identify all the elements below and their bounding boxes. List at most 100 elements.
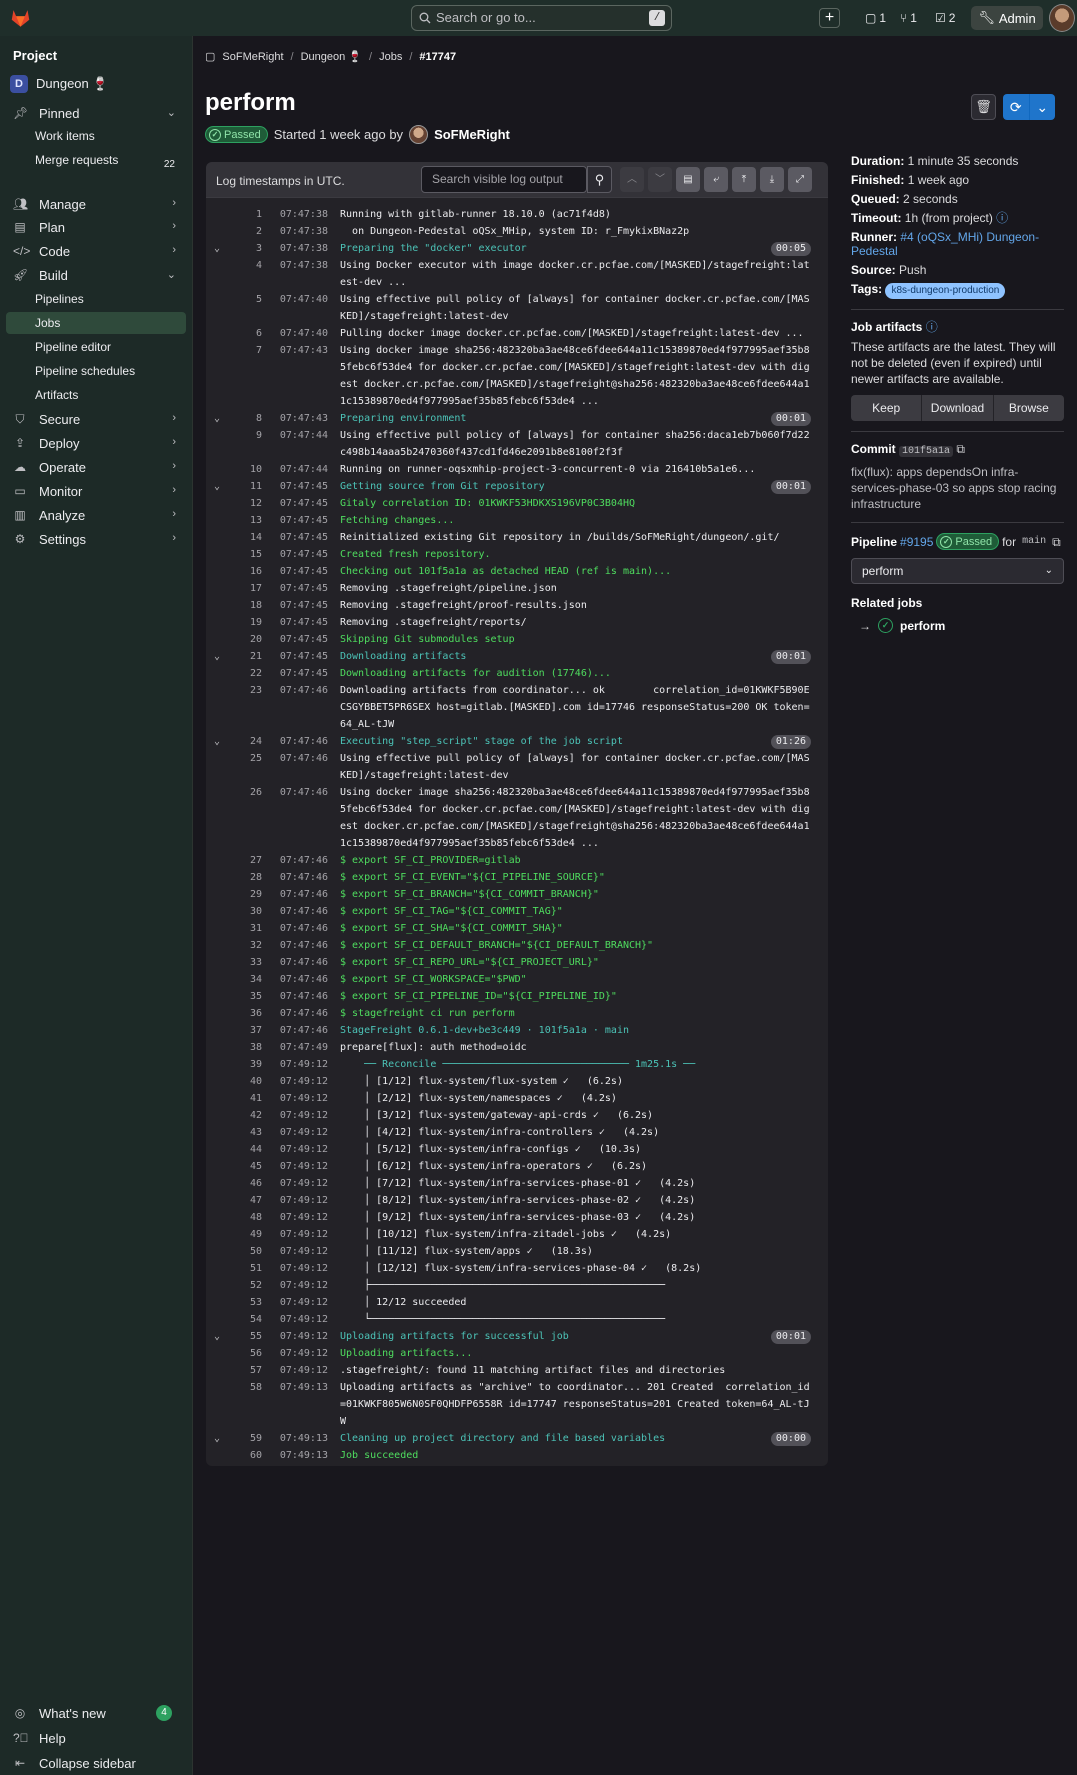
log-line-number[interactable]: 24	[224, 733, 262, 750]
log-line-number[interactable]: 15	[224, 546, 262, 563]
log-line-number[interactable]: 53	[224, 1294, 262, 1311]
scroll-top-button[interactable]: ⤒	[732, 167, 756, 192]
log-line-number[interactable]: 52	[224, 1277, 262, 1294]
chevron-down-icon[interactable]: ⌄	[1028, 94, 1056, 120]
log-section-header[interactable]: ⌄ 24 07:47:46 Executing "step_script" stage…	[206, 733, 828, 750]
sidebar-item-settings[interactable]: ⚙︎ Settings ›	[6, 528, 186, 550]
log-line-number[interactable]: 28	[224, 869, 262, 886]
log-line-number[interactable]: 13	[224, 512, 262, 529]
sidebar-item-build[interactable]: 🚀︎ Build ⌄	[6, 264, 186, 286]
breadcrumb-job-id[interactable]: #17747	[419, 51, 456, 63]
sidebar-item-jobs[interactable]: Jobs	[6, 312, 186, 334]
author-link[interactable]: SoFMeRight	[434, 127, 510, 142]
fullscreen-button[interactable]: ⤢	[788, 167, 812, 192]
chevron-down-icon[interactable]: ⌄	[210, 1430, 224, 1447]
breadcrumb-owner[interactable]: SoFMeRight	[222, 51, 283, 63]
log-line-number[interactable]: 42	[224, 1107, 262, 1124]
log-line-number[interactable]: 26	[224, 784, 262, 852]
sidebar-item-plan[interactable]: ▤ Plan ›	[6, 216, 186, 238]
log-line-number[interactable]: 59	[224, 1430, 262, 1447]
download-button[interactable]: Download	[922, 395, 994, 421]
log-line-number[interactable]: 32	[224, 937, 262, 954]
log-line-number[interactable]: 60	[224, 1447, 262, 1464]
chevron-down-icon[interactable]: ⌄	[210, 648, 224, 665]
next-match-button[interactable]: ﹀	[648, 167, 672, 192]
log-line-number[interactable]: 45	[224, 1158, 262, 1175]
erase-job-button[interactable]: 🗑︎	[971, 94, 996, 120]
log-line-number[interactable]: 44	[224, 1141, 262, 1158]
log-line-number[interactable]: 20	[224, 631, 262, 648]
breadcrumb-jobs[interactable]: Jobs	[379, 51, 402, 63]
log-line-number[interactable]: 16	[224, 563, 262, 580]
chevron-down-icon[interactable]: ⌄	[210, 478, 224, 495]
sidebar-item-monitor[interactable]: ▭ Monitor ›	[6, 480, 186, 502]
log-line-number[interactable]: 55	[224, 1328, 262, 1345]
log-line-number[interactable]: 8	[224, 410, 262, 427]
log-section-header[interactable]: ⌄ 21 07:47:45 Downloading artifacts 00:01	[206, 648, 828, 665]
gitlab-logo-icon[interactable]	[10, 8, 31, 28]
copy-icon[interactable]: ⧉	[1052, 535, 1061, 549]
log-line-number[interactable]: 43	[224, 1124, 262, 1141]
log-line-number[interactable]: 48	[224, 1209, 262, 1226]
previous-match-button[interactable]: ︿	[620, 167, 644, 192]
author-avatar[interactable]	[409, 125, 429, 144]
sidebar-item-work-items[interactable]: Work items	[6, 125, 186, 147]
sidebar-item-code[interactable]: </> Code ›	[6, 240, 186, 262]
log-line-number[interactable]: 22	[224, 665, 262, 682]
sidebar-item-whats-new[interactable]: ◎ What's new 4	[6, 1702, 186, 1724]
log-line-number[interactable]: 33	[224, 954, 262, 971]
admin-button[interactable]: 🔧︎ Admin	[971, 6, 1043, 30]
log-section-header[interactable]: ⌄ 11 07:47:45 Getting source from Git repos…	[206, 478, 828, 495]
issues-button[interactable]: ▢ 1	[865, 8, 886, 28]
global-search[interactable]: Search or go to... /	[411, 5, 672, 31]
log-section-header[interactable]: ⌄ 55 07:49:12 Uploading artifacts for succe…	[206, 1328, 828, 1345]
log-line-number[interactable]: 21	[224, 648, 262, 665]
log-line-number[interactable]: 47	[224, 1192, 262, 1209]
log-line-number[interactable]: 58	[224, 1379, 262, 1430]
log-line-number[interactable]: 5	[224, 291, 262, 325]
log-line-number[interactable]: 57	[224, 1362, 262, 1379]
log-line-number[interactable]: 37	[224, 1022, 262, 1039]
log-line-number[interactable]: 2	[224, 223, 262, 240]
log-line-number[interactable]: 38	[224, 1039, 262, 1056]
log-line-number[interactable]: 56	[224, 1345, 262, 1362]
scroll-bottom-button[interactable]: ⤓	[760, 167, 784, 192]
help-icon[interactable]: ⓘ	[996, 211, 1008, 225]
log-section-header[interactable]: ⌄ 8 07:47:43 Preparing environment 00:01	[206, 410, 828, 427]
log-line-number[interactable]: 4	[224, 257, 262, 291]
log-line-number[interactable]: 14	[224, 529, 262, 546]
log-line-number[interactable]: 31	[224, 920, 262, 937]
log-line-number[interactable]: 36	[224, 1005, 262, 1022]
log-line-number[interactable]: 11	[224, 478, 262, 495]
sidebar-item-deploy[interactable]: ⇪ Deploy ›	[6, 432, 186, 454]
sidebar-item-operate[interactable]: ☁︎ Operate ›	[6, 456, 186, 478]
log-line-number[interactable]: 9	[224, 427, 262, 461]
log-line-number[interactable]: 30	[224, 903, 262, 920]
sidebar-item-secure[interactable]: ⛉ Secure ›	[6, 408, 186, 430]
breadcrumb-project[interactable]: Dungeon 🍷	[301, 50, 362, 63]
log-line-number[interactable]: 17	[224, 580, 262, 597]
sidebar-item-pipeline-schedules[interactable]: Pipeline schedules	[6, 360, 186, 382]
log-line-number[interactable]: 49	[224, 1226, 262, 1243]
wrap-lines-button[interactable]: ⤶	[704, 167, 728, 192]
help-icon[interactable]: ⓘ	[926, 320, 938, 334]
create-new-button[interactable]: +	[819, 8, 840, 28]
log-line-number[interactable]: 34	[224, 971, 262, 988]
chevron-down-icon[interactable]: ⌄	[210, 1328, 224, 1345]
log-section-header[interactable]: ⌄ 59 07:49:13 Cleaning up project directory…	[206, 1430, 828, 1447]
collapse-sidebar-button[interactable]: ⇤ Collapse sidebar	[6, 1752, 186, 1774]
user-avatar[interactable]	[1049, 4, 1075, 32]
sidebar-item-analyze[interactable]: ▥ Analyze ›	[6, 504, 186, 526]
copy-icon[interactable]: ⧉	[956, 442, 965, 456]
log-line-number[interactable]: 46	[224, 1175, 262, 1192]
merge-requests-button[interactable]: ⑂ 1	[900, 8, 917, 28]
log-line-number[interactable]: 3	[224, 240, 262, 257]
chevron-down-icon[interactable]: ⌄	[210, 410, 224, 427]
chevron-down-icon[interactable]: ⌄	[210, 733, 224, 750]
sidebar-item-pinned[interactable]: 📌︎ Pinned ⌄	[6, 102, 186, 124]
pipeline-status-badge[interactable]: ✓ Passed	[936, 533, 1000, 550]
keep-button[interactable]: Keep	[851, 395, 923, 421]
log-line-number[interactable]: 29	[224, 886, 262, 903]
log-line-number[interactable]: 7	[224, 342, 262, 410]
log-line-number[interactable]: 41	[224, 1090, 262, 1107]
